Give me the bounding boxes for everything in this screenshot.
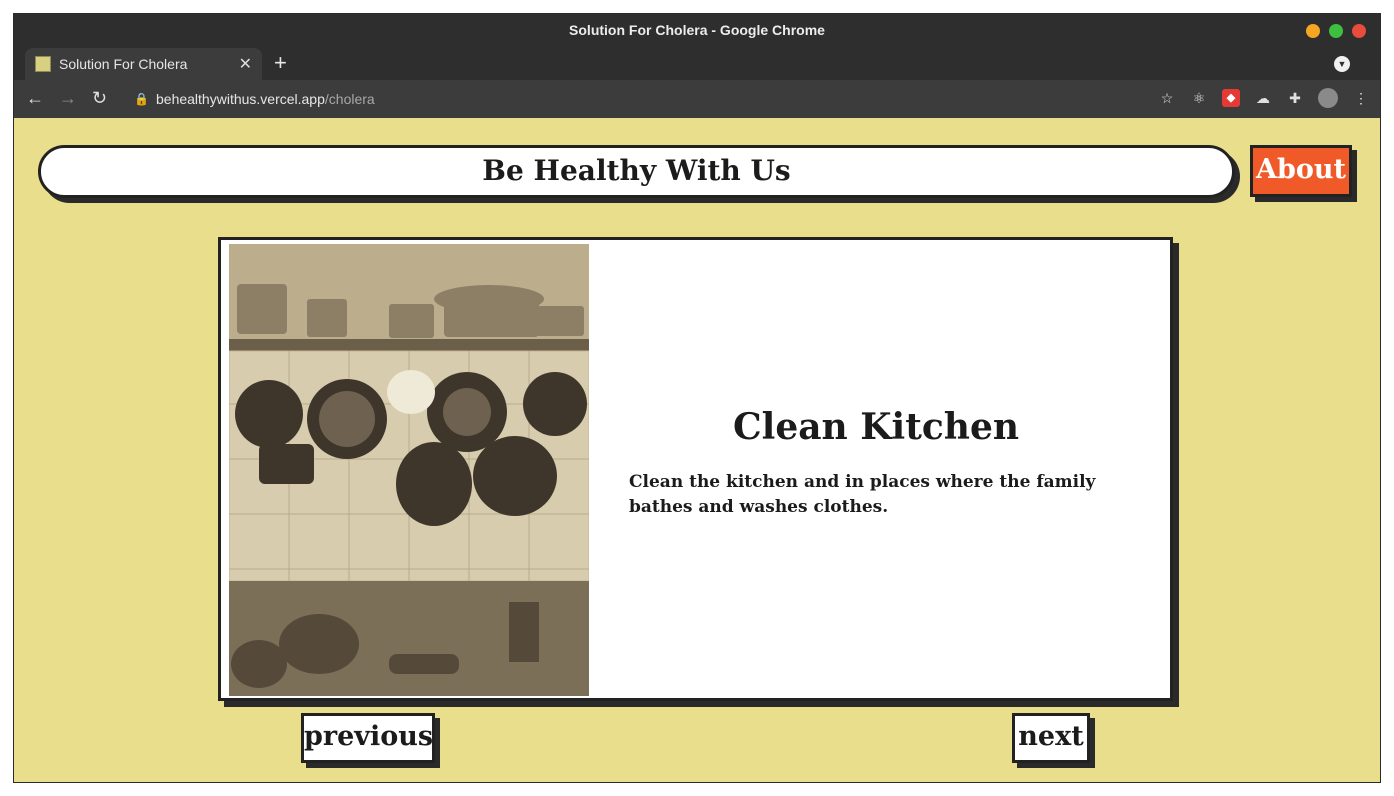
kitchen-photo [229, 244, 589, 696]
window-title: Solution For Cholera - Google Chrome [569, 22, 825, 38]
close-window-button[interactable] [1352, 24, 1366, 38]
next-button[interactable]: next [1012, 713, 1090, 763]
url-text: behealthywithus.vercel.app/cholera [156, 84, 375, 114]
extensions-puzzle-icon[interactable]: ✚ [1286, 89, 1304, 107]
page-content: Be Healthy With Us About Clean Kitchen C… [14, 118, 1380, 782]
browser-window: Solution For Cholera - Google Chrome Sol… [13, 13, 1381, 783]
extension-shield-icon[interactable]: ◆ [1222, 89, 1240, 107]
react-devtools-icon[interactable]: ⚛ [1190, 89, 1208, 107]
tab-title: Solution For Cholera [59, 56, 188, 72]
bookmark-star-icon[interactable]: ☆ [1158, 89, 1176, 107]
favicon-icon [35, 56, 51, 72]
card-title: Clean Kitchen [732, 406, 1020, 448]
site-header: Be Healthy With Us [38, 145, 1235, 198]
toolbar-actions: ☆ ⚛ ◆ ☁ ✚ ⋮ [1158, 88, 1370, 108]
forward-icon[interactable]: → [59, 88, 77, 109]
window-controls [1306, 24, 1366, 38]
tab-close-icon[interactable]: ✕ [239, 54, 252, 74]
browser-toolbar: ← → ↻ 🔒 behealthywithus.vercel.app/chole… [14, 80, 1380, 118]
site-title: Be Healthy With Us [482, 154, 791, 187]
profile-avatar-icon[interactable] [1318, 88, 1338, 108]
menu-kebab-icon[interactable]: ⋮ [1352, 89, 1370, 107]
cloud-extension-icon[interactable]: ☁ [1254, 89, 1272, 107]
tab-search-icon[interactable]: ▼ [1334, 56, 1350, 72]
back-icon[interactable]: ← [26, 88, 44, 109]
new-tab-button[interactable]: + [274, 50, 287, 76]
window-titlebar: Solution For Cholera - Google Chrome [14, 14, 1380, 48]
maximize-button[interactable] [1329, 24, 1343, 38]
browser-tab[interactable]: Solution For Cholera ✕ [25, 48, 262, 80]
url-host: behealthywithus.vercel.app [156, 91, 325, 107]
reload-icon[interactable]: ↻ [92, 88, 107, 109]
lock-icon: 🔒 [134, 92, 149, 106]
about-button[interactable]: About [1250, 145, 1352, 197]
url-path: /cholera [324, 91, 375, 107]
tab-strip: Solution For Cholera ✕ + ▼ [14, 48, 1380, 80]
address-bar[interactable]: 🔒 behealthywithus.vercel.app/cholera [128, 84, 1162, 114]
previous-button[interactable]: previous [301, 713, 435, 763]
solution-card: Clean Kitchen Clean the kitchen and in p… [218, 237, 1173, 701]
card-description: Clean the kitchen and in places where th… [629, 472, 1096, 517]
minimize-button[interactable] [1306, 24, 1320, 38]
